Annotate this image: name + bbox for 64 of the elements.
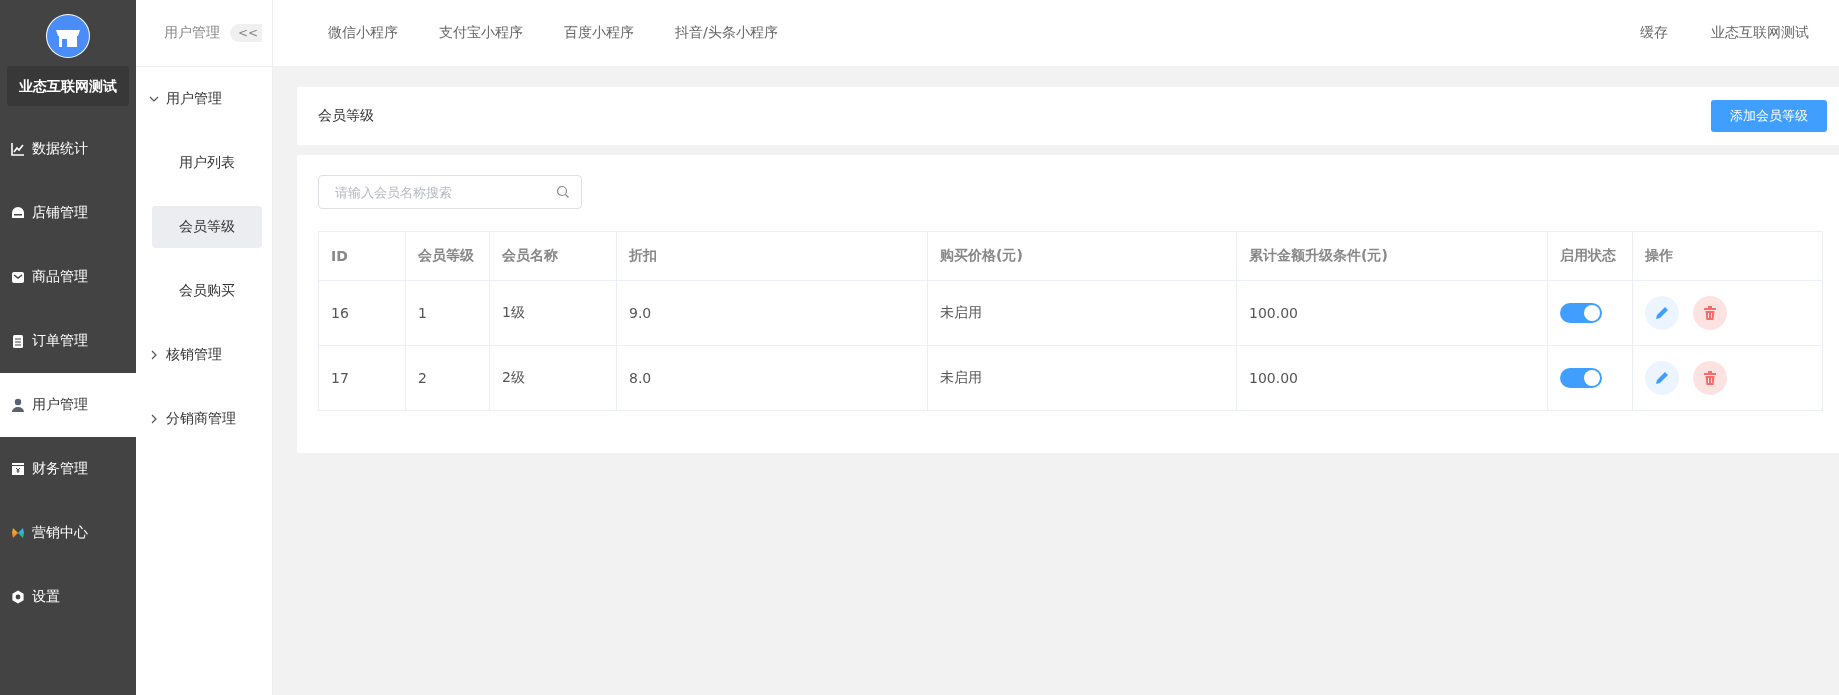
table-cell: 2级 [489,345,617,411]
table-cell: 1级 [489,280,617,346]
submenu-title: 用户管理 [164,24,220,42]
sidebar-item[interactable]: 数据统计 [0,117,136,181]
platform-tab[interactable]: 百度小程序 [564,24,634,42]
platform-tab[interactable]: 支付宝小程序 [439,24,523,42]
platform-tab[interactable]: 抖音/头条小程序 [675,24,778,42]
table-cell: 未启用 [927,345,1237,411]
table-cell: 16 [318,280,406,346]
account-menu[interactable]: 业态互联网测试 [1711,24,1809,42]
submenu-item[interactable]: 会员购买 [152,270,262,312]
column-header: 购买价格(元) [927,231,1237,281]
sidebar-item[interactable]: 营销中心 [0,501,136,565]
user-icon [10,397,26,413]
pencil-icon [1654,370,1670,386]
chart-icon [10,141,26,157]
column-header: 会员名称 [489,231,617,281]
column-header: 操作 [1632,231,1823,281]
column-header: 会员等级 [405,231,490,281]
clipboard-icon [10,333,26,349]
brand-name: 业态互联网测试 [7,66,129,106]
table-cell: 8.0 [616,345,928,411]
delete-button[interactable] [1693,361,1727,395]
shop-icon [10,205,26,221]
search-icon [556,185,570,199]
shop-logo-icon [46,14,90,58]
sidebar-item[interactable]: 财务管理 [0,437,136,501]
submenu-group[interactable]: 分销商管理 [136,387,272,451]
finance-icon [10,461,26,477]
sidebar-item[interactable]: 店铺管理 [0,181,136,245]
sidebar-item[interactable]: 订单管理 [0,309,136,373]
submenu-item[interactable]: 会员等级 [152,206,262,248]
table-cell: 9.0 [616,280,928,346]
status-toggle[interactable] [1560,303,1602,323]
table-cell: 1 [405,280,490,346]
search-field[interactable]: 请输入会员名称搜索 [318,175,582,209]
trash-icon [1702,305,1718,321]
page-title: 会员等级 [318,107,374,125]
table-cell: 未启用 [927,280,1237,346]
table-cell: 17 [318,345,406,411]
submenu-item[interactable]: 用户列表 [152,142,262,184]
platform-tab[interactable]: 微信小程序 [328,24,398,42]
marketing-icon [10,525,26,541]
bag-icon [10,269,26,285]
sidebar-item[interactable]: 设置 [0,565,136,629]
status-toggle[interactable] [1560,368,1602,388]
column-header: 累计金额升级条件(元) [1236,231,1548,281]
column-header: 启用状态 [1547,231,1633,281]
sidebar-item[interactable]: 用户管理 [0,373,136,437]
cache-link[interactable]: 缓存 [1640,24,1668,42]
pencil-icon [1654,305,1670,321]
edit-button[interactable] [1645,296,1679,330]
table-cell: 100.00 [1236,345,1548,411]
submenu-group[interactable]: 用户管理 [136,67,272,131]
edit-button[interactable] [1645,361,1679,395]
table-cell: 2 [405,345,490,411]
column-header: 折扣 [616,231,928,281]
gear-icon [10,589,26,605]
sidebar-item[interactable]: 商品管理 [0,245,136,309]
delete-button[interactable] [1693,296,1727,330]
trash-icon [1702,370,1718,386]
submenu-group[interactable]: 核销管理 [136,323,272,387]
table-cell: 100.00 [1236,280,1548,346]
column-header: ID [318,231,406,281]
